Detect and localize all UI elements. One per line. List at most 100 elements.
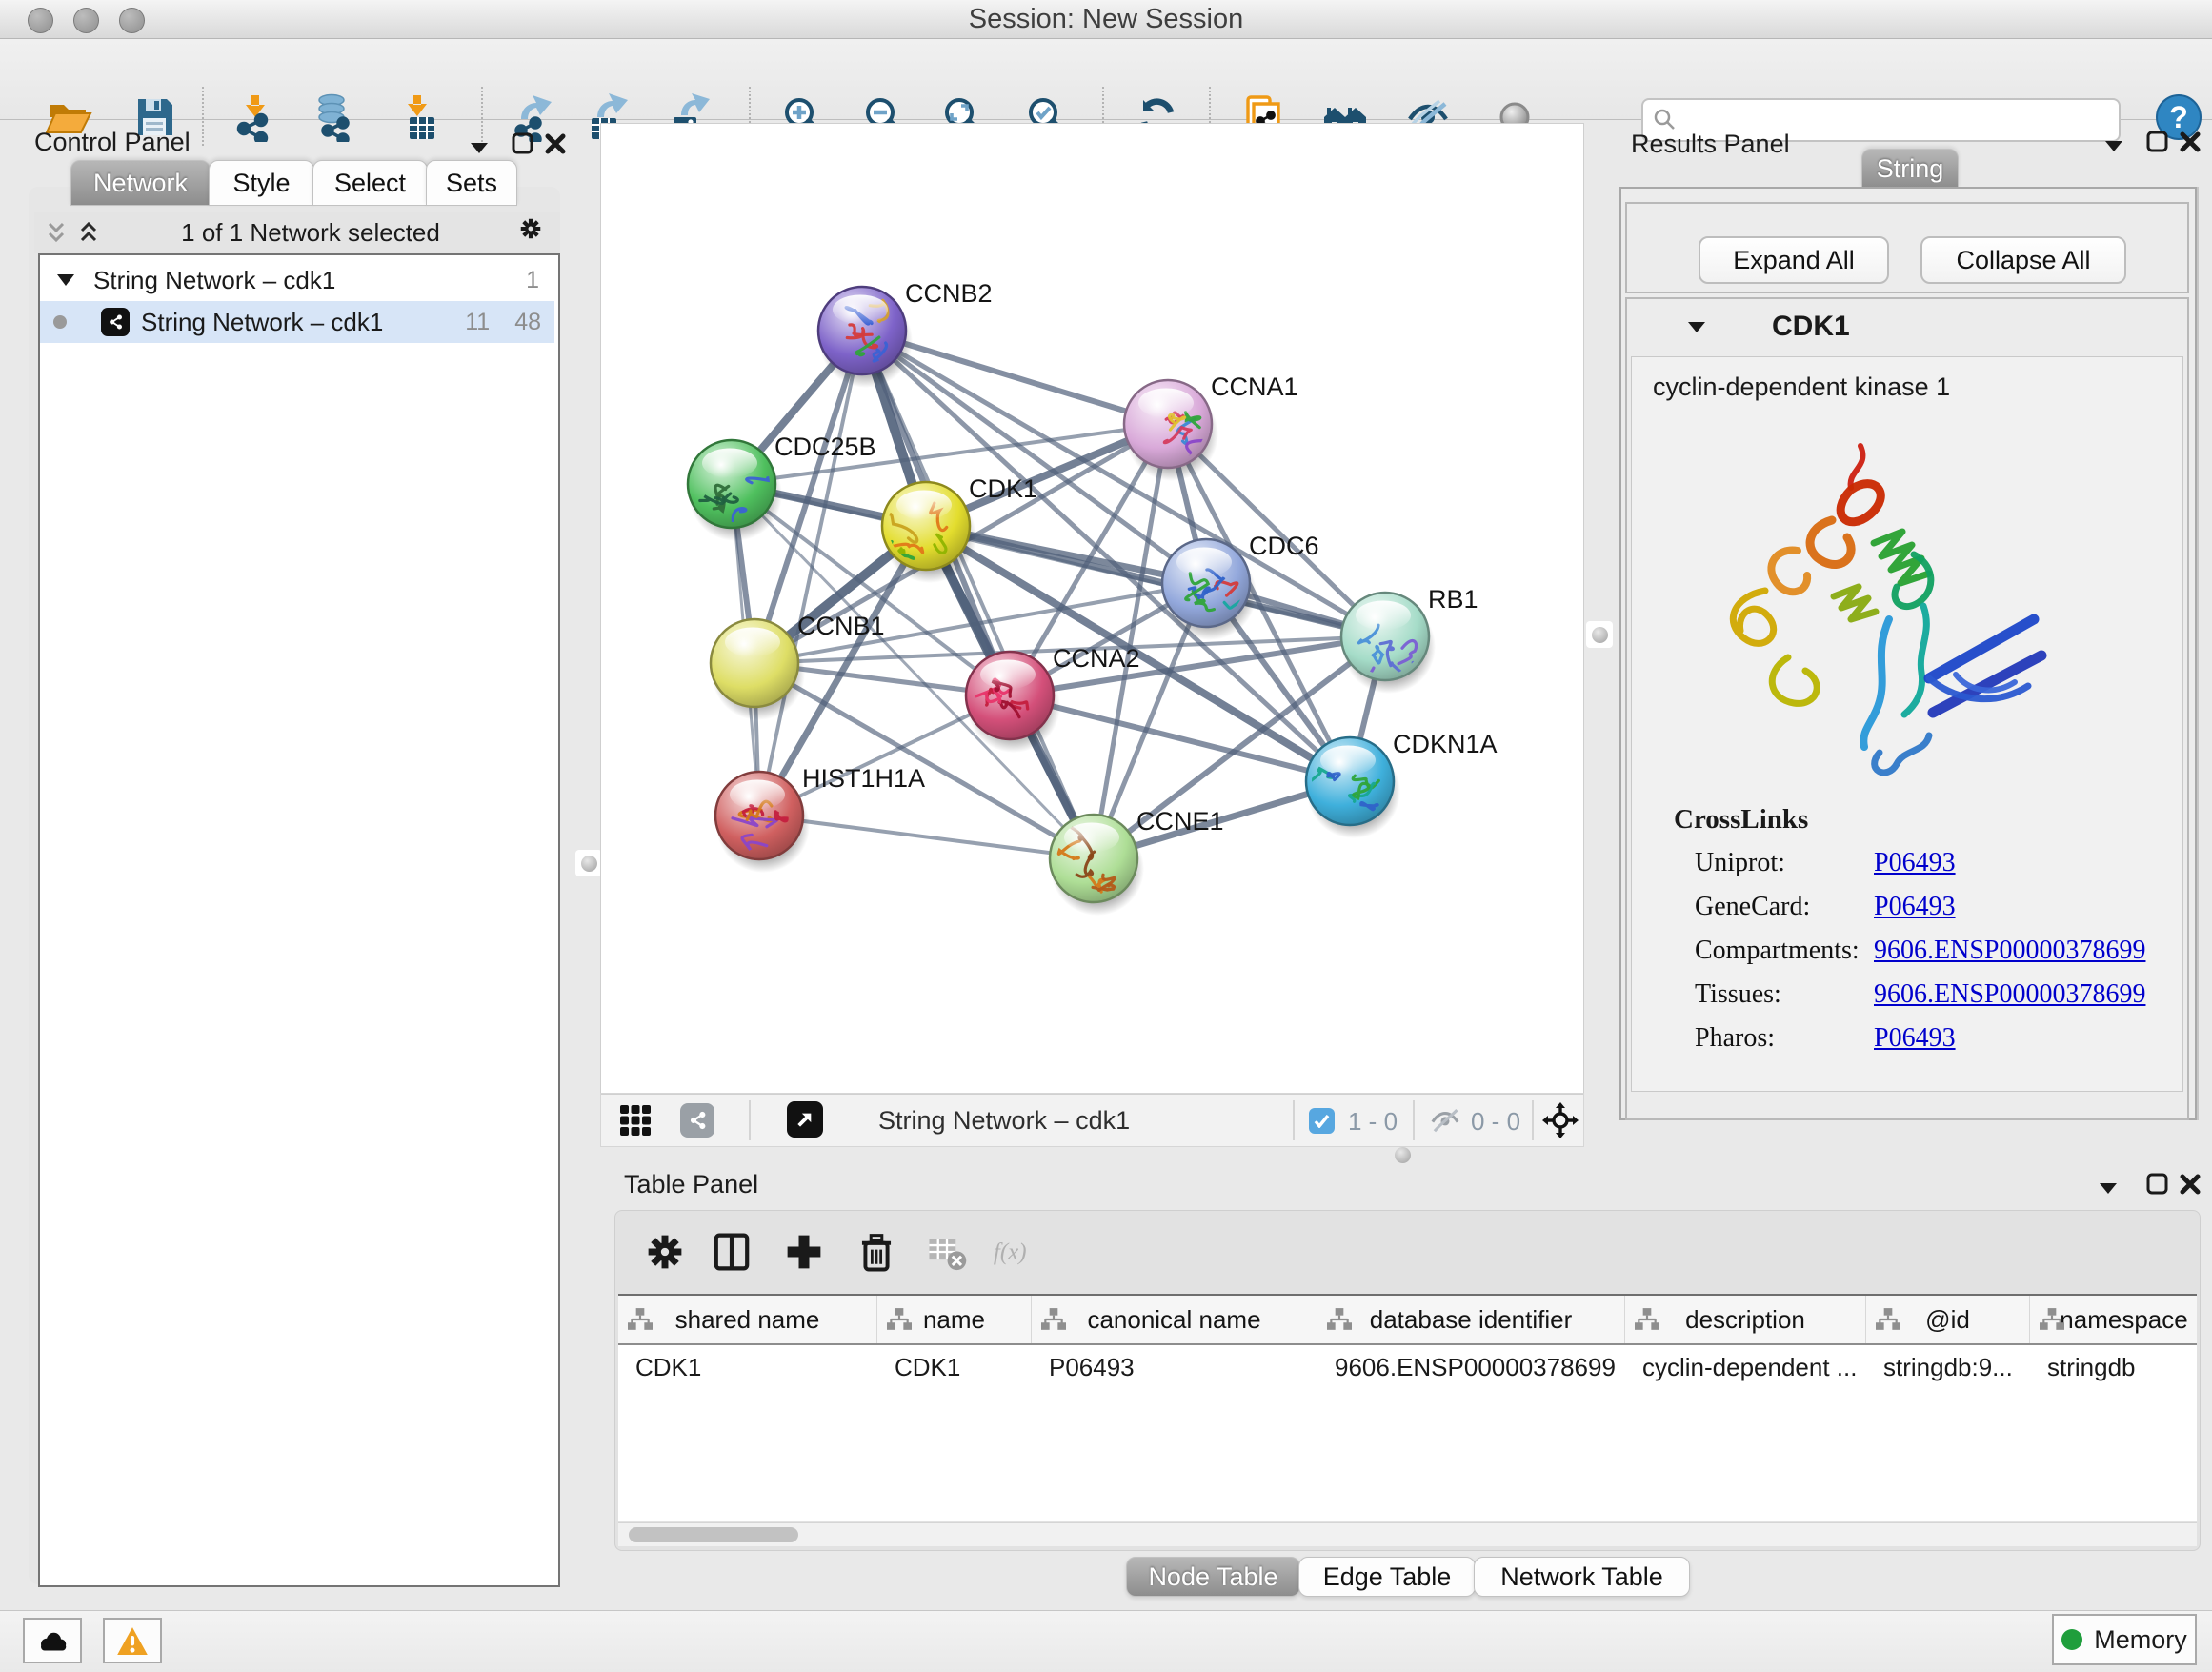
network-row-selected[interactable]: String Network – cdk1 11 48 — [40, 301, 554, 343]
network-node-RB1[interactable] — [1341, 593, 1436, 694]
network-list-options-button[interactable] — [518, 216, 551, 249]
column-header-database-identifier[interactable]: database identifier — [1317, 1296, 1625, 1343]
control-panel-close-button[interactable] — [543, 131, 568, 156]
results-panel-menu-button[interactable] — [2101, 133, 2126, 158]
table-panel-menu-button[interactable] — [2096, 1176, 2121, 1200]
warnings-button[interactable] — [103, 1618, 162, 1663]
column-header-name[interactable]: name — [877, 1296, 1032, 1343]
table-cell[interactable]: stringdb — [2030, 1345, 2197, 1389]
pan-mode-button[interactable] — [1541, 1101, 1579, 1139]
network-node-HIST1H1A[interactable] — [715, 772, 810, 873]
memory-button[interactable]: Memory — [2052, 1614, 2197, 1665]
tab-sets[interactable]: Sets — [426, 160, 517, 206]
network-graph[interactable]: CCNB2CCNA1CDC25BCDK1CDC6RB1CCNB1CCNA2CDK… — [601, 124, 1583, 1094]
network-status-dot — [53, 315, 67, 329]
network-node-CCNA2[interactable] — [966, 652, 1060, 753]
gear-icon — [644, 1231, 686, 1273]
column-header-description[interactable]: description — [1625, 1296, 1866, 1343]
crosslink-row: Tissues:9606.ENSP00000378699 — [1632, 973, 2182, 1017]
tab-network-table[interactable]: Network Table — [1474, 1557, 1690, 1597]
network-type-badge[interactable] — [680, 1103, 714, 1138]
column-header-shared-name[interactable]: shared name — [618, 1296, 877, 1343]
network-collection-row[interactable]: String Network – cdk1 1 — [40, 259, 554, 301]
tree-expander-icon[interactable] — [57, 273, 74, 287]
tab-string[interactable]: String — [1861, 149, 1959, 189]
selected-checkbox[interactable] — [1309, 1108, 1335, 1134]
control-panel-float-button[interactable] — [511, 131, 535, 156]
bottom-splitter-handle[interactable] — [1395, 1147, 1411, 1163]
double-chevron-down-icon — [44, 221, 69, 246]
table-cell[interactable]: CDK1 — [877, 1345, 1032, 1389]
table-cell[interactable]: P06493 — [1032, 1345, 1317, 1389]
network-node-CDK1[interactable] — [877, 482, 976, 583]
table-row[interactable]: CDK1CDK1P064939606.ENSP00000378699cyclin… — [618, 1345, 2197, 1389]
gene-section-header[interactable]: CDK1 — [1625, 297, 2189, 356]
crosslink-link[interactable]: 9606.ENSP00000378699 — [1874, 979, 2145, 1010]
network-node-CDKN1A[interactable] — [1306, 737, 1400, 838]
network-node-CCNA1[interactable] — [1124, 380, 1218, 481]
results-panel-close-button[interactable] — [2178, 130, 2202, 154]
left-splitter-handle[interactable] — [575, 850, 602, 876]
network-node-CCNB2[interactable] — [818, 287, 913, 388]
import-table-button[interactable] — [394, 92, 444, 142]
node-label-CDKN1A: CDKN1A — [1393, 730, 1498, 758]
collapse-all-networks-button[interactable] — [44, 221, 69, 246]
crosslink-link[interactable]: P06493 — [1874, 892, 1956, 922]
tab-edge-table[interactable]: Edge Table — [1298, 1557, 1476, 1597]
table-cell[interactable]: CDK1 — [618, 1345, 877, 1389]
node-table: shared namenamecanonical namedatabase id… — [618, 1294, 2197, 1521]
add-column-button[interactable] — [783, 1231, 825, 1273]
column-header--id[interactable]: @id — [1866, 1296, 2030, 1343]
cloud-status-button[interactable] — [23, 1618, 82, 1663]
check-icon — [1314, 1115, 1330, 1128]
expand-all-button[interactable]: Expand All — [1699, 236, 1889, 284]
crosshair-move-icon — [1541, 1101, 1579, 1139]
memory-status-dot — [2061, 1629, 2082, 1650]
table-cell[interactable]: 9606.ENSP00000378699 — [1317, 1345, 1625, 1389]
section-expander-icon[interactable] — [1688, 321, 1705, 333]
crosslink-link[interactable]: 9606.ENSP00000378699 — [1874, 936, 2145, 966]
node-label-CCNB2: CCNB2 — [905, 279, 993, 308]
table-horizontal-scrollbar[interactable] — [618, 1522, 2197, 1546]
control-panel-menu-button[interactable] — [467, 135, 492, 160]
collapse-all-button[interactable]: Collapse All — [1920, 236, 2126, 284]
results-scrollbar-track[interactable] — [2197, 187, 2199, 1120]
scrollbar-thumb[interactable] — [629, 1527, 798, 1542]
gene-description: cyclin-dependent kinase 1 — [1653, 373, 2182, 402]
table-cell[interactable]: stringdb:9... — [1866, 1345, 2030, 1389]
share-icon — [686, 1109, 709, 1132]
delete-column-button[interactable] — [855, 1231, 897, 1273]
crosslink-label: Uniprot: — [1695, 848, 1874, 878]
right-splitter-handle[interactable] — [1586, 621, 1613, 648]
column-header-namespace[interactable]: namespace — [2030, 1296, 2197, 1343]
expand-all-networks-button[interactable] — [76, 221, 101, 246]
import-network-button[interactable] — [231, 92, 280, 142]
crosslink-row: Uniprot:P06493 — [1632, 841, 2182, 885]
status-bar — [0, 1610, 2212, 1672]
network-selection-summary: 1 of 1 Network selected — [120, 218, 501, 248]
tab-network[interactable]: Network — [70, 160, 211, 206]
network-node-CDC25B[interactable] — [688, 440, 782, 541]
node-label-RB1: RB1 — [1428, 585, 1478, 614]
table-options-button[interactable] — [644, 1231, 686, 1273]
table-panel-float-button[interactable] — [2145, 1172, 2170, 1197]
tab-select[interactable]: Select — [312, 160, 428, 206]
node-label-CDK1: CDK1 — [969, 474, 1037, 503]
show-columns-button[interactable] — [711, 1231, 753, 1273]
crosslink-link[interactable]: P06493 — [1874, 848, 1956, 878]
table-cell[interactable]: cyclin-dependent ... — [1625, 1345, 1866, 1389]
float-window-icon — [511, 131, 535, 156]
grid-mode-button[interactable] — [619, 1104, 652, 1137]
import-network-from-database-button[interactable] — [311, 92, 360, 142]
birds-eye-view-button[interactable] — [787, 1101, 823, 1138]
share-icon — [106, 312, 125, 332]
column-header-canonical-name[interactable]: canonical name — [1032, 1296, 1317, 1343]
network-canvas[interactable]: CCNB2CCNA1CDC25BCDK1CDC6RB1CCNB1CCNA2CDK… — [601, 124, 1583, 1094]
crosslink-link[interactable]: P06493 — [1874, 1023, 1956, 1054]
tab-style[interactable]: Style — [209, 160, 314, 206]
node-label-CDC6: CDC6 — [1249, 532, 1319, 560]
tab-node-table[interactable]: Node Table — [1126, 1557, 1300, 1597]
results-panel-float-button[interactable] — [2145, 130, 2170, 154]
hierarchy-icon — [628, 1308, 653, 1331]
table-panel-close-button[interactable] — [2178, 1172, 2202, 1197]
